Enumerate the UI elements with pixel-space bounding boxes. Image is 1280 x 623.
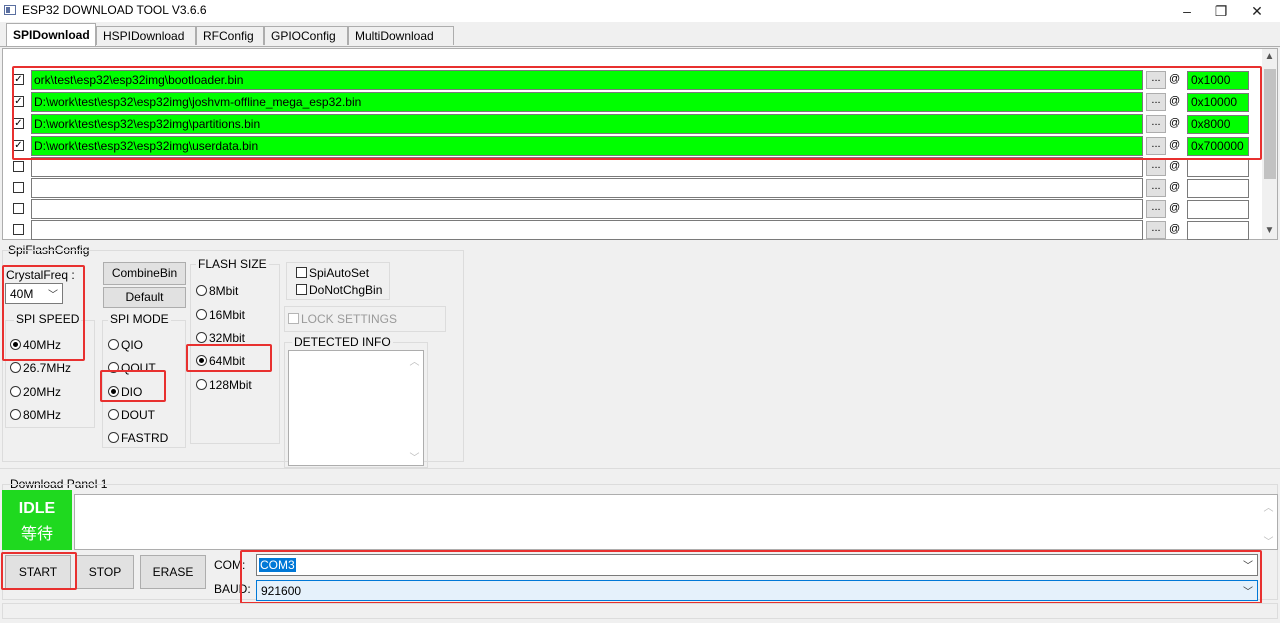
scroll-up-arrow-icon[interactable]: ︿ bbox=[407, 353, 422, 368]
flash-size-radio-32mbit[interactable]: 32Mbit bbox=[196, 331, 245, 345]
radio-label: 32Mbit bbox=[209, 331, 246, 345]
status-bar bbox=[2, 603, 1278, 619]
scroll-down-arrow-icon[interactable]: ﹀ bbox=[1261, 533, 1276, 548]
file-path-input[interactable] bbox=[31, 178, 1143, 198]
scroll-down-arrow-icon[interactable]: ﹀ bbox=[407, 449, 422, 464]
spiautoset-checkbox[interactable]: SpiAutoSet bbox=[296, 266, 369, 280]
radio-icon[interactable] bbox=[10, 409, 21, 420]
spi-mode-label: SPI MODE bbox=[108, 312, 171, 326]
radio-label: 8Mbit bbox=[209, 284, 239, 298]
flash-size-radio-8mbit[interactable]: 8Mbit bbox=[196, 284, 238, 298]
app-icon bbox=[4, 5, 16, 15]
radio-icon[interactable] bbox=[108, 432, 119, 443]
highlight-64mbit bbox=[186, 344, 272, 372]
divider bbox=[0, 468, 1280, 469]
spi-speed-radio-80mhz[interactable]: 80MHz bbox=[10, 408, 61, 422]
erase-button[interactable]: ERASE bbox=[140, 555, 206, 589]
spi-speed-radio-26-7mhz[interactable]: 26.7MHz bbox=[10, 361, 71, 375]
donotchgbin-checkbox[interactable]: DoNotChgBin bbox=[296, 283, 382, 297]
file-enable-checkbox[interactable] bbox=[13, 203, 24, 214]
file-row: ... @ bbox=[13, 220, 1249, 240]
spi-speed-radio-20mhz[interactable]: 20MHz bbox=[10, 385, 61, 399]
radio-icon[interactable] bbox=[196, 285, 207, 296]
file-row: ... @ bbox=[13, 157, 1249, 177]
browse-file-button[interactable]: ... bbox=[1146, 179, 1166, 197]
radio-label: 80MHz bbox=[23, 408, 62, 422]
status-text-cn: 等待 bbox=[20, 526, 53, 543]
tab-spidownload[interactable]: SPIDownload bbox=[6, 23, 96, 46]
spi-mode-radio-fastrd[interactable]: FASTRD bbox=[108, 431, 168, 445]
close-button[interactable]: ✕ bbox=[1234, 0, 1280, 22]
file-list-scrollbar[interactable]: ▲ ▼ bbox=[1262, 49, 1277, 239]
highlight-file-rows bbox=[12, 66, 1262, 160]
default-button[interactable]: Default bbox=[103, 287, 186, 308]
file-address-input[interactable] bbox=[1187, 221, 1249, 240]
highlight-start bbox=[1, 552, 77, 590]
spi-mode-radio-dout[interactable]: DOUT bbox=[108, 408, 155, 422]
browse-file-button[interactable]: ... bbox=[1146, 158, 1166, 176]
radio-icon[interactable] bbox=[196, 309, 207, 320]
file-enable-checkbox[interactable] bbox=[13, 182, 24, 193]
radio-label: 20MHz bbox=[23, 385, 62, 399]
radio-icon[interactable] bbox=[10, 386, 21, 397]
file-enable-checkbox[interactable] bbox=[13, 161, 24, 172]
file-address-input[interactable] bbox=[1187, 200, 1249, 219]
flash-size-radio-128mbit[interactable]: 128Mbit bbox=[196, 378, 252, 392]
flash-size-radio-16mbit[interactable]: 16Mbit bbox=[196, 308, 245, 322]
at-label: @ bbox=[1169, 223, 1181, 235]
at-label: @ bbox=[1169, 202, 1181, 214]
radio-icon[interactable] bbox=[10, 362, 21, 373]
radio-label: 26.7MHz bbox=[23, 361, 72, 375]
lock-settings-checkbox[interactable]: LOCK SETTINGS bbox=[288, 312, 397, 326]
radio-label: QIO bbox=[121, 338, 144, 352]
detected-info-label: DETECTED INFO bbox=[292, 335, 393, 349]
highlight-crystal-speed bbox=[2, 265, 85, 361]
at-label: @ bbox=[1169, 160, 1181, 172]
tab-hspidownload[interactable]: HSPIDownload bbox=[96, 26, 196, 45]
scroll-thumb[interactable] bbox=[1264, 69, 1276, 179]
radio-icon[interactable] bbox=[108, 339, 119, 350]
status-indicator: IDLE 等待 bbox=[2, 490, 72, 550]
file-row: ... @ bbox=[13, 178, 1249, 198]
radio-label: 128Mbit bbox=[209, 378, 252, 392]
tab-bar: SPIDownload HSPIDownload RFConfig GPIOCo… bbox=[0, 22, 1280, 47]
checkbox-icon[interactable] bbox=[296, 267, 307, 278]
status-text: IDLE bbox=[18, 500, 56, 517]
log-textbox[interactable]: ︿ ﹀ bbox=[74, 494, 1278, 550]
radio-label: DOUT bbox=[121, 408, 155, 422]
file-address-input[interactable] bbox=[1187, 179, 1249, 198]
scroll-up-arrow-icon[interactable]: ︿ bbox=[1261, 499, 1276, 514]
spi-mode-radio-qio[interactable]: QIO bbox=[108, 338, 143, 352]
file-path-input[interactable] bbox=[31, 157, 1143, 177]
tab-gpioconfig[interactable]: GPIOConfig bbox=[264, 26, 348, 45]
at-label: @ bbox=[1169, 181, 1181, 193]
checkbox-icon[interactable] bbox=[288, 313, 299, 324]
radio-icon[interactable] bbox=[196, 379, 207, 390]
flash-size-label: FLASH SIZE bbox=[196, 257, 269, 271]
scroll-down-arrow-icon[interactable]: ▼ bbox=[1262, 225, 1277, 236]
radio-icon[interactable] bbox=[108, 409, 119, 420]
checkbox-icon[interactable] bbox=[296, 284, 307, 295]
browse-file-button[interactable]: ... bbox=[1146, 221, 1166, 239]
highlight-com-baud bbox=[240, 550, 1262, 604]
browse-file-button[interactable]: ... bbox=[1146, 200, 1166, 218]
window-title: ESP32 DOWNLOAD TOOL V3.6.6 bbox=[22, 3, 207, 17]
highlight-dio bbox=[100, 370, 166, 402]
title-bar: ESP32 DOWNLOAD TOOL V3.6.6 – ❐ ✕ bbox=[0, 0, 1280, 22]
file-path-input[interactable] bbox=[31, 220, 1143, 240]
file-row: ... @ bbox=[13, 199, 1249, 219]
radio-label: 16Mbit bbox=[209, 308, 246, 322]
stop-button[interactable]: STOP bbox=[76, 555, 134, 589]
detected-info-textbox[interactable]: ︿ ﹀ bbox=[288, 350, 424, 466]
combinebin-button[interactable]: CombineBin bbox=[103, 262, 186, 285]
tab-multidownload[interactable]: MultiDownload bbox=[348, 26, 454, 45]
scroll-up-arrow-icon[interactable]: ▲ bbox=[1262, 51, 1277, 62]
file-address-input[interactable] bbox=[1187, 158, 1249, 177]
radio-label: FASTRD bbox=[121, 431, 169, 445]
radio-icon[interactable] bbox=[196, 332, 207, 343]
file-enable-checkbox[interactable] bbox=[13, 224, 24, 235]
file-path-input[interactable] bbox=[31, 199, 1143, 219]
tab-rfconfig[interactable]: RFConfig bbox=[196, 26, 264, 45]
